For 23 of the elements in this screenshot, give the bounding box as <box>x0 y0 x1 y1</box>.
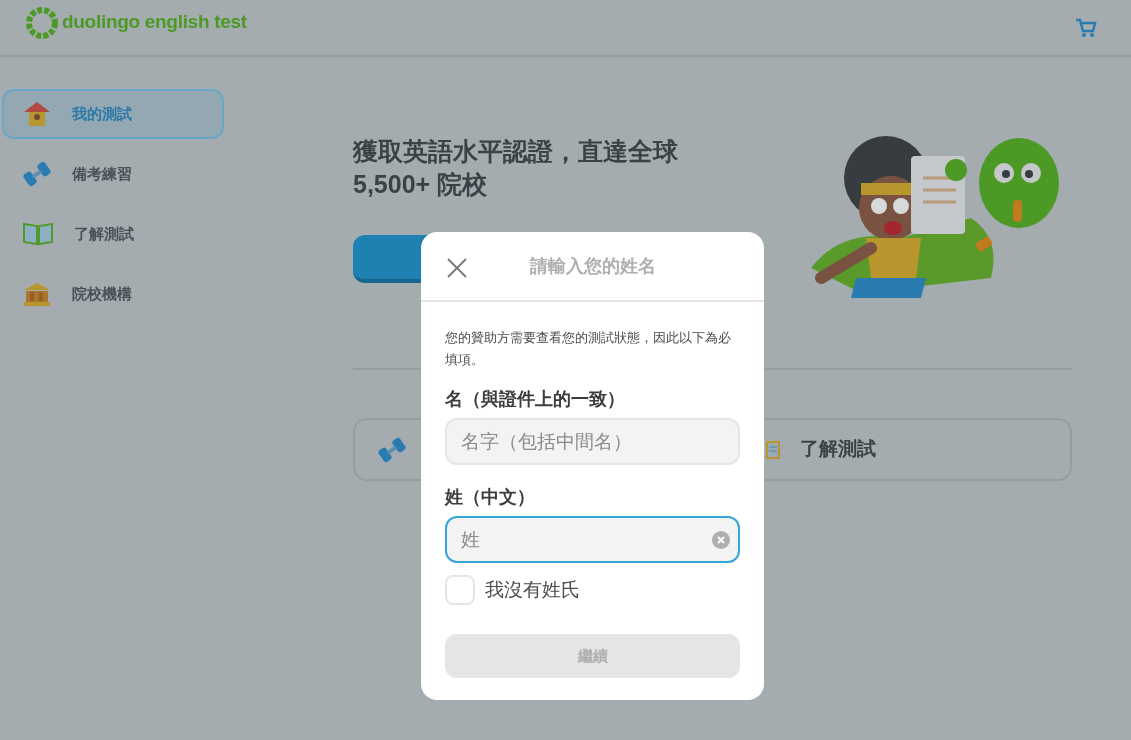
clear-icon[interactable] <box>712 531 730 549</box>
building-icon <box>22 281 52 307</box>
heading: 獲取英語水平認證，直達全球 <box>353 136 678 167</box>
close-icon[interactable] <box>447 258 467 278</box>
field-label: 姓（中文） <box>445 486 536 509</box>
wreath-logo-icon <box>26 6 58 39</box>
notebook-icon <box>766 439 780 460</box>
dumbbell-icon <box>377 436 407 463</box>
dumbbell-icon <box>22 161 52 187</box>
heading: 5,500+ 院校 <box>353 169 489 200</box>
sidebar-item[interactable]: 我的測試 <box>2 89 224 139</box>
book-icon <box>22 221 54 247</box>
house-icon <box>22 100 52 128</box>
description-text: 您的贊助方需要查看您的測試狀態，因此以下為必填項。 <box>445 329 732 369</box>
checkbox[interactable] <box>445 575 475 605</box>
cart-icon[interactable] <box>1075 17 1097 38</box>
name-input-field[interactable]: 姓 <box>445 516 740 563</box>
sidebar-item[interactable]: 了解測試 <box>2 209 224 259</box>
sidebar-item[interactable]: 備考練習 <box>2 149 224 199</box>
field-label: 名（與證件上的一致） <box>445 388 626 411</box>
dialog-title: 請輸入您的姓名 <box>529 254 656 278</box>
sidebar-item[interactable]: 院校機構 <box>2 269 224 319</box>
checkbox-label: 我沒有姓氏 <box>485 577 580 602</box>
